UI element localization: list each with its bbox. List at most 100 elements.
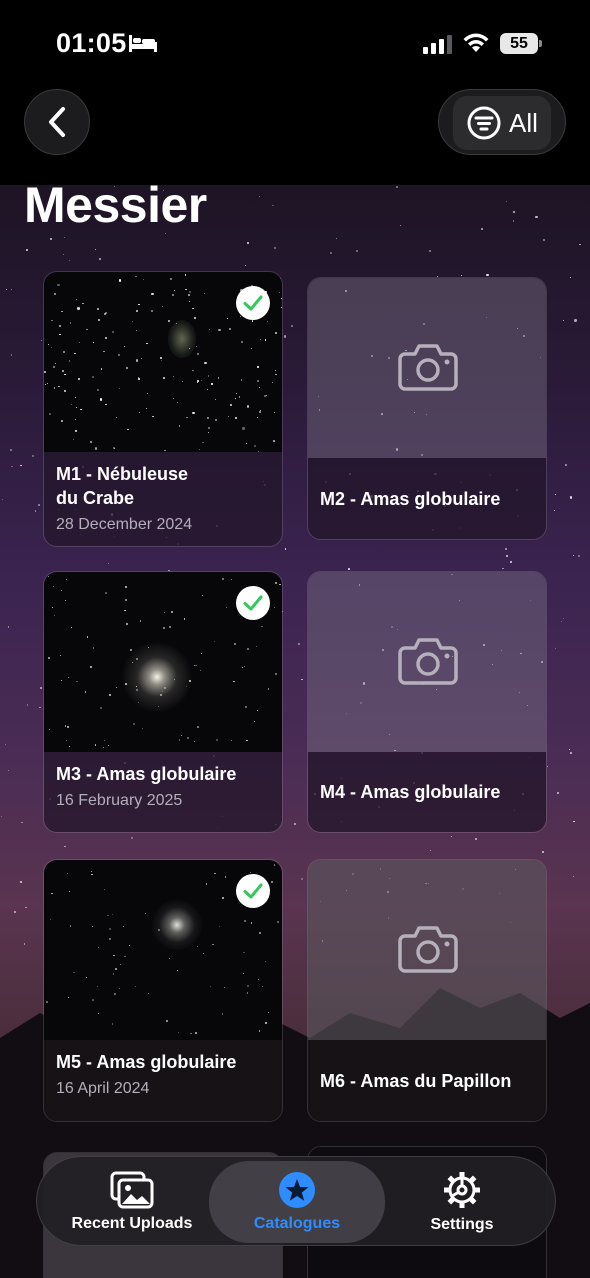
star-dot [228,328,231,331]
star-dot [512,210,515,213]
star-dot [34,510,37,512]
chevron-left-icon [49,107,65,137]
star-dot [279,278,281,279]
catalogue-card-m4[interactable]: M4 - Amas globulaire [307,571,547,833]
star-dot [54,363,56,364]
star-dot [66,740,68,742]
star-dot [275,369,277,372]
star-dot [111,914,113,916]
card-info: M5 - Amas globulaire 16 April 2024 [44,1040,282,1121]
star-dot [246,992,249,994]
star-dot [115,416,117,418]
star-dot [69,360,71,362]
star-dot [209,985,212,988]
star-dot [400,225,401,227]
star-dot [190,1032,192,1034]
star-dot [259,932,262,935]
star-dot [97,389,100,392]
catalogue-card-m5[interactable]: M5 - Amas globulaire 16 April 2024 [43,859,283,1122]
star-dot [66,872,68,874]
star-dot [246,405,250,408]
star-dot [152,415,154,418]
captured-check-icon [236,286,270,320]
star-dot [92,376,95,378]
star-dot [247,985,249,988]
photo-placeholder [308,278,546,458]
catalogue-card-m1[interactable]: M1 - Nébuleuse du Crabe 28 December 2024 [43,271,283,547]
star-dot [59,334,61,336]
wifi-icon [463,33,489,52]
star-dot [569,748,571,750]
star-dot [247,242,249,244]
star-dot [214,872,216,875]
star-dot [274,581,277,584]
star-dot [145,408,147,409]
star-dot [573,820,575,823]
star-dot [250,922,253,925]
star-dot [4,744,6,746]
star-dot [90,666,92,669]
star-dot [200,652,203,655]
tab-settings[interactable]: Settings [387,1157,537,1247]
card-info: M1 - Nébuleuse du Crabe 28 December 2024 [44,452,282,546]
star-dot [240,379,243,381]
star-dot [84,691,86,693]
star-dot [6,288,8,290]
star-dot [77,378,80,380]
star-dot [108,693,111,696]
star-dot [19,881,22,884]
catalogue-card-m2[interactable]: M2 - Amas globulaire [307,277,547,540]
star-dot [264,339,267,341]
catalogue-card-m3[interactable]: M3 - Amas globulaire 16 February 2025 [43,571,283,833]
star-dot [541,851,544,854]
star-dot [39,706,41,709]
star-dot [211,383,213,385]
star-dot [258,195,260,197]
star-dot [163,377,165,380]
star-dot [62,369,64,372]
back-button[interactable] [24,89,90,155]
star-dot [185,289,187,291]
star-dot [103,746,105,748]
tab-label: Recent Uploads [71,1215,193,1232]
star-dot [208,328,210,330]
star-dot [214,418,217,421]
star-dot [241,341,244,344]
star-dot [553,510,555,512]
star-dot [62,253,64,255]
star-dot [73,352,76,355]
status-time: 01:05 [56,28,127,58]
star-dot [39,686,42,690]
star-dot [115,686,118,688]
star-dot [281,298,282,300]
catalogue-card-m6[interactable]: M6 - Amas du Papillon [307,859,547,1122]
star-dot [44,371,46,373]
star-dot [212,943,214,946]
photo-placeholder [308,572,546,752]
filter-pill[interactable]: All [453,96,551,150]
tab-catalogues[interactable]: Catalogues [209,1161,385,1243]
star-dot [73,971,75,974]
star-dot [100,706,103,709]
star-dot [275,373,277,376]
star-dot [256,416,258,418]
star-dot [10,465,13,468]
star-dot [206,388,209,390]
star-dot [259,409,261,411]
star-dot [124,598,127,601]
card-info: M4 - Amas globulaire [308,752,546,832]
star-dot [52,366,55,369]
tab-recent-uploads[interactable]: Recent Uploads [57,1157,207,1247]
star-dot [272,439,276,442]
filter-button[interactable]: All [438,89,566,155]
star-dot [261,986,263,988]
star-dot [97,308,100,311]
star-dot [90,870,92,872]
star-dot [125,586,127,589]
star-dot [242,973,244,975]
star-dot [127,428,129,431]
star-dot [92,925,94,927]
battery-level: 55 [500,33,538,54]
star-dot [565,463,568,467]
star-dot [184,618,186,620]
